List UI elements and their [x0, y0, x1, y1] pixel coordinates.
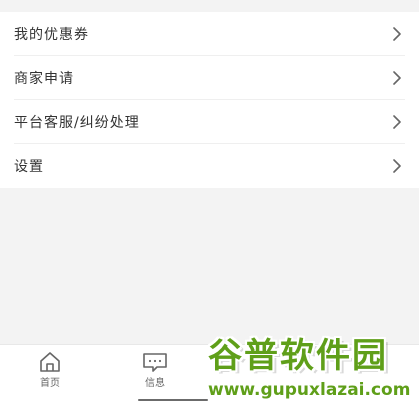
message-icon — [141, 351, 169, 373]
coupon-menu-item[interactable]: 我的优惠券 — [0, 12, 419, 56]
settings-menu-item[interactable]: 设置 — [0, 144, 419, 188]
coupon-label: 我的优惠券 — [14, 27, 89, 43]
merchant-application-label: 商家申请 — [14, 71, 74, 87]
screen: 我的优惠券 商家申请 平台客服/纠纷处理 设置 首页 信息 谷普软件园 www.… — [0, 0, 419, 406]
chevron-right-icon — [391, 71, 403, 85]
chevron-right-icon — [391, 159, 403, 173]
nav-info[interactable]: 信息 — [120, 351, 190, 391]
menu-list: 我的优惠券 商家申请 平台客服/纠纷处理 设置 — [0, 12, 419, 188]
nav-home[interactable]: 首页 — [15, 351, 85, 391]
home-icon — [38, 351, 62, 373]
customer-service-label: 平台客服/纠纷处理 — [14, 115, 140, 131]
active-tab-indicator — [138, 399, 208, 401]
nav-home-label: 首页 — [40, 378, 60, 389]
settings-label: 设置 — [14, 159, 44, 175]
chevron-right-icon — [391, 27, 403, 41]
merchant-application-menu-item[interactable]: 商家申请 — [0, 56, 419, 100]
chevron-right-icon — [391, 115, 403, 129]
customer-service-menu-item[interactable]: 平台客服/纠纷处理 — [0, 100, 419, 144]
bottom-navigation: 首页 信息 — [0, 344, 419, 406]
nav-info-label: 信息 — [145, 378, 165, 389]
